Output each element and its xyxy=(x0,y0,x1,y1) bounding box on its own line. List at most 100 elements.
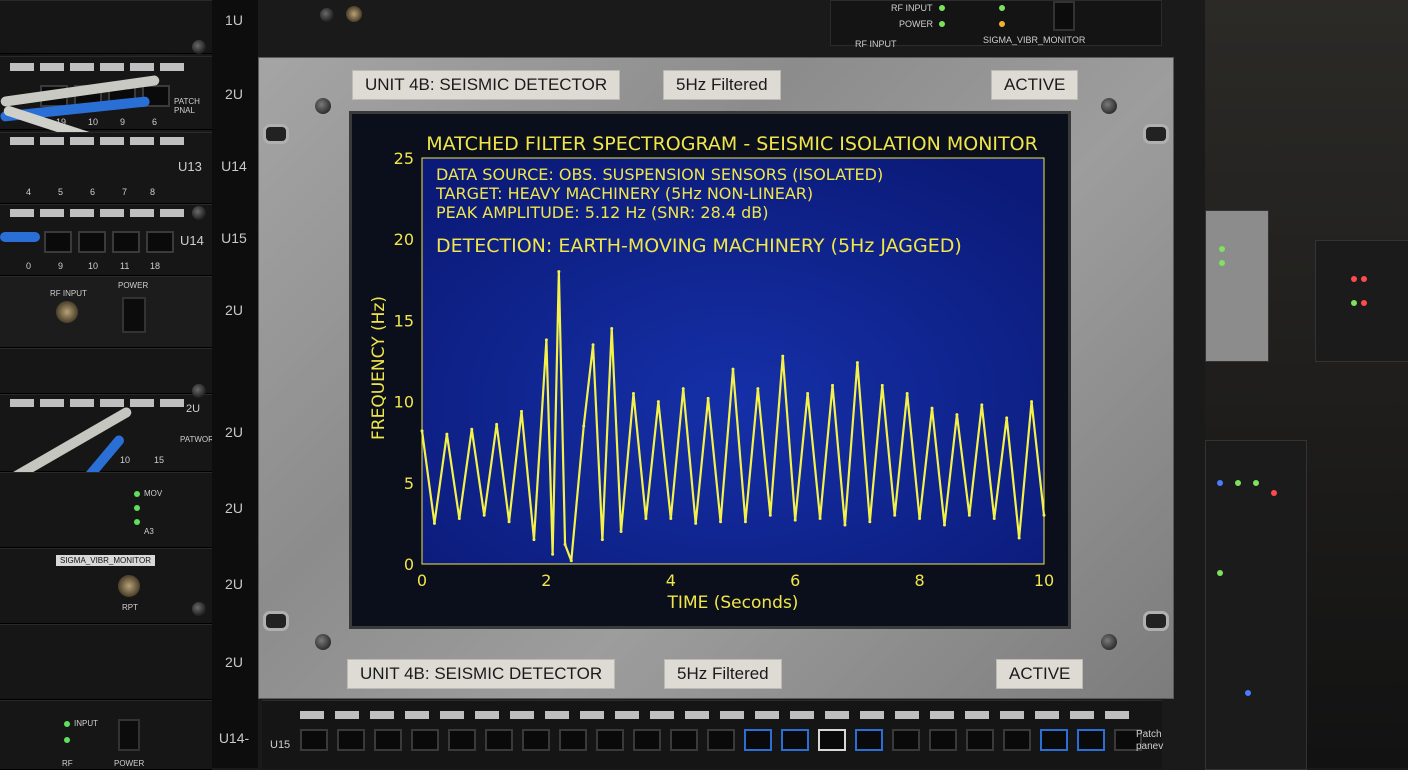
rpt-label: RPT xyxy=(122,603,138,612)
unit-plate-bottom: UNIT 4B: SEISMIC DETECTOR xyxy=(347,659,616,689)
signal-point xyxy=(669,517,673,521)
filter-plate-top: 5Hz Filtered xyxy=(663,70,781,100)
signal-point xyxy=(482,513,486,517)
x-tick-label: 8 xyxy=(915,571,925,590)
signal-point xyxy=(768,513,772,517)
y-tick-label: 25 xyxy=(394,149,414,168)
power-label-2: POWER xyxy=(114,759,145,768)
wall-led xyxy=(1219,260,1225,266)
power-switch-2[interactable] xyxy=(118,719,140,751)
signal-point xyxy=(600,538,604,542)
signal-point xyxy=(544,338,548,342)
signal-point xyxy=(743,520,747,524)
bottom-patch-panel: U15 Patch panev xyxy=(262,700,1163,769)
patch-tabs-4 xyxy=(10,399,184,407)
rack-unit-u13: U13 4 5 6 7 8 xyxy=(0,132,212,204)
signal-point xyxy=(793,518,797,522)
rf-input-label: RF INPUT xyxy=(50,289,87,298)
rack-unit-rf: RF INPUT POWER xyxy=(0,276,212,348)
signal-point xyxy=(495,422,499,426)
signal-point xyxy=(610,327,614,331)
signal-point xyxy=(731,367,735,371)
bottom-ports[interactable] xyxy=(300,729,1142,751)
y-tick-label: 0 xyxy=(404,555,414,574)
status-led xyxy=(134,519,140,525)
rack-rail xyxy=(212,0,258,768)
port-number-3: 9 xyxy=(120,117,126,127)
two-u-label: 2U xyxy=(186,403,201,415)
unit-plate-top: UNIT 4B: SEISMIC DETECTOR xyxy=(352,70,621,100)
patch-tabs-2 xyxy=(10,137,184,145)
u13-label: U13 xyxy=(178,159,202,174)
filter-plate-bottom: 5Hz Filtered xyxy=(664,659,782,689)
x-tick-label: 0 xyxy=(417,571,427,590)
right-cable-wall xyxy=(1205,0,1408,770)
signal-point xyxy=(557,270,561,274)
wall-box xyxy=(1205,210,1269,362)
wall-led xyxy=(1361,276,1367,282)
signal-point xyxy=(1030,400,1034,404)
status-led-amber xyxy=(999,21,1005,27)
y-tick-label: 5 xyxy=(404,474,414,493)
frame-bolt xyxy=(1101,98,1117,114)
wall-led xyxy=(1361,300,1367,306)
power-switch[interactable] xyxy=(122,297,146,333)
rf-connector[interactable] xyxy=(56,301,78,323)
signal-point xyxy=(532,538,536,542)
rail-label: U14- xyxy=(218,730,250,746)
top-power-label: POWER xyxy=(899,19,934,29)
rack-unit-1 xyxy=(0,0,212,54)
signal-point xyxy=(457,517,461,521)
port-number: 5 xyxy=(58,187,64,197)
bottom-tabs xyxy=(300,711,1129,719)
wall-led xyxy=(1219,246,1225,252)
rail-label: 2U xyxy=(225,500,243,516)
signal-point xyxy=(551,552,555,556)
signal-point xyxy=(930,406,934,410)
top-rf-input-label: RF INPUT xyxy=(891,3,933,13)
frame-bolt xyxy=(315,98,331,114)
monitor-screen: MATCHED FILTER SPECTROGRAM - SEISMIC ISO… xyxy=(349,111,1071,629)
signal-point xyxy=(694,521,698,525)
signal-point xyxy=(843,523,847,527)
sigma-label: SIGMA_VIBR_MONITOR xyxy=(56,555,155,566)
x-tick-label: 6 xyxy=(790,571,800,590)
spectrogram-chart: MATCHED FILTER SPECTROGRAM - SEISMIC ISO… xyxy=(369,133,1054,613)
rack-unit-sigma: SIGMA_VIBR_MONITOR RPT xyxy=(0,548,212,624)
rf-label: RF xyxy=(62,759,73,768)
port-number: 8 xyxy=(150,187,156,197)
wall-rack xyxy=(1205,440,1307,770)
signal-point xyxy=(905,391,909,395)
status-plate-bottom: ACTIVE xyxy=(996,659,1084,689)
rack-screw xyxy=(192,384,206,398)
top-switch[interactable] xyxy=(1053,1,1075,31)
wall-led xyxy=(1271,490,1277,496)
signal-point xyxy=(619,530,623,534)
signal-point xyxy=(582,424,586,428)
signal-point xyxy=(918,517,922,521)
rpt-connector[interactable] xyxy=(118,575,140,597)
signal-point xyxy=(1017,536,1021,540)
signal-point xyxy=(806,391,810,395)
signal-point xyxy=(980,403,984,407)
power-led xyxy=(939,21,945,27)
top-connector[interactable] xyxy=(346,6,362,22)
x-axis-label: TIME (Seconds) xyxy=(667,593,799,613)
wall-led xyxy=(1217,570,1223,576)
port-number-2: 10 xyxy=(88,117,99,127)
rack-unit-power: INPUT RF POWER xyxy=(0,700,212,770)
signal-point xyxy=(880,383,884,387)
status-led xyxy=(134,505,140,511)
x-tick-label: 10 xyxy=(1034,571,1054,590)
input-led xyxy=(64,721,70,727)
frame-slot xyxy=(1143,611,1169,631)
rail-label: 2U xyxy=(225,302,243,318)
patch-ports-3[interactable] xyxy=(44,231,174,253)
signal-point xyxy=(445,432,449,436)
top-rf-input-label-2: RF INPUT xyxy=(855,39,897,49)
signal-point xyxy=(868,520,872,524)
x-tick-label: 2 xyxy=(541,571,551,590)
port-number: 10 xyxy=(88,261,99,271)
port-number: 4 xyxy=(26,187,32,197)
port-number: 9 xyxy=(58,261,64,271)
